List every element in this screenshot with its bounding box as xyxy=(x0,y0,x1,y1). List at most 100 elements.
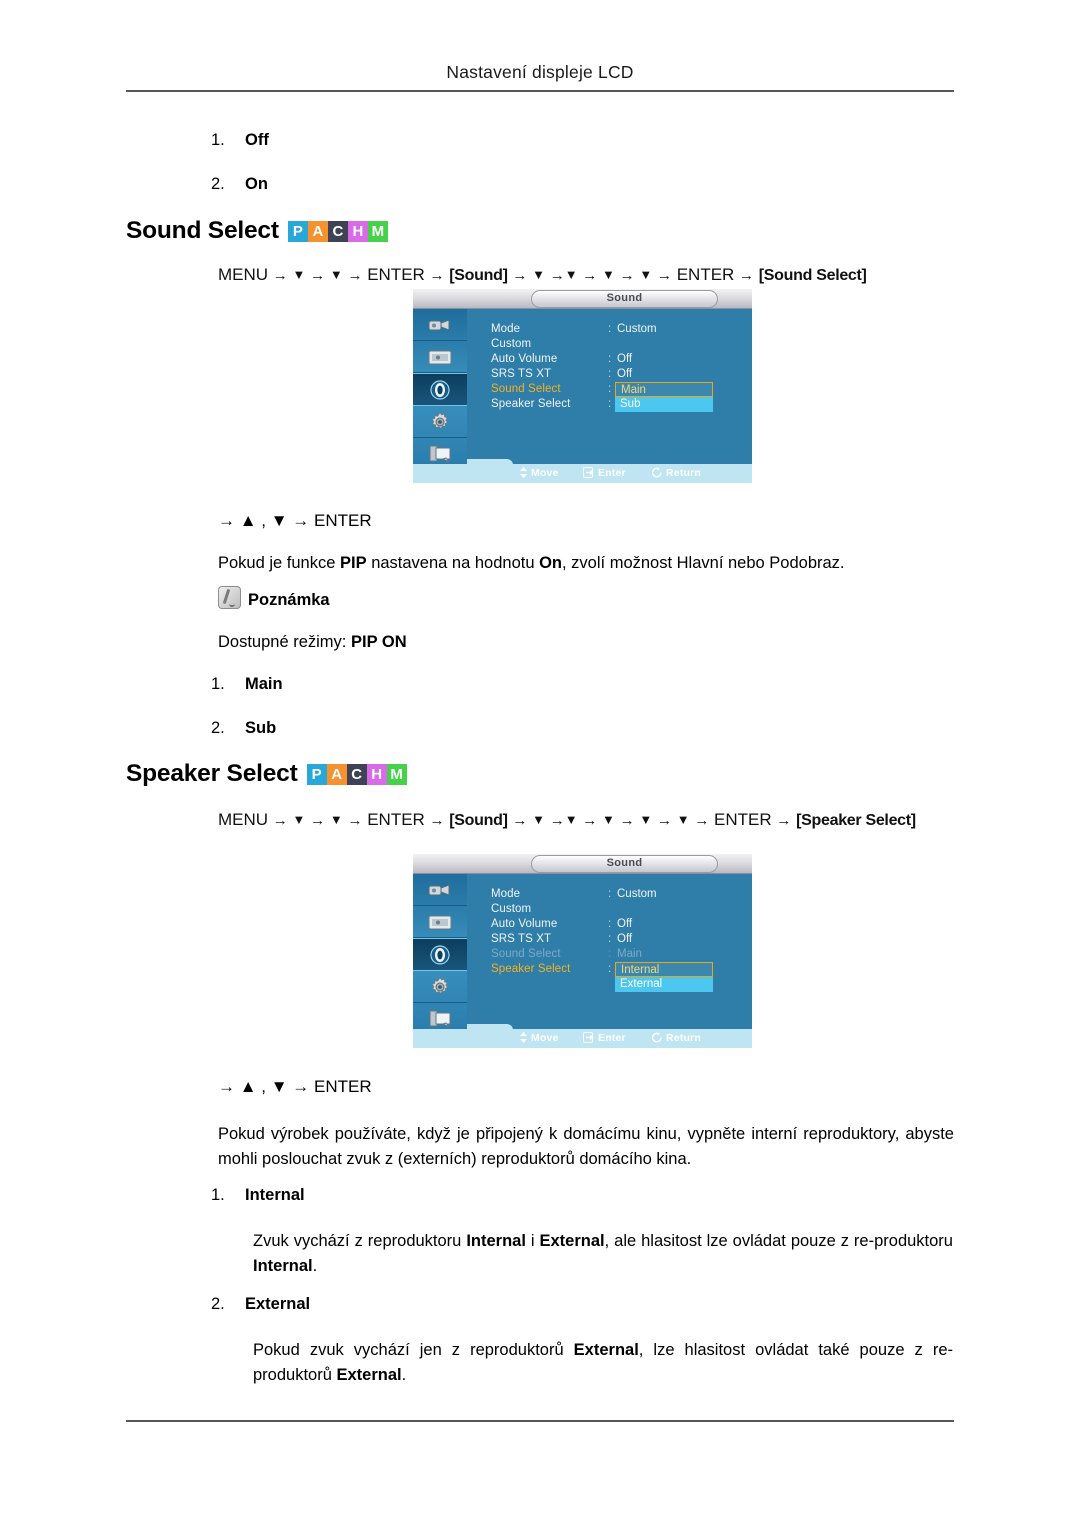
menu-path-speaker-select: MENU → ▼ → ▼ → ENTER → [Sound] → ▼ →▼ → … xyxy=(218,810,916,829)
osd-row-colon: : xyxy=(608,948,612,960)
badge-h: H xyxy=(347,221,368,242)
paragraph-external-desc: Pokud zvuk vychází jen z reproduktorů Ex… xyxy=(253,1341,953,1385)
osd-row-colon: : xyxy=(608,383,612,395)
header-divider xyxy=(126,90,954,92)
osd-option-selected[interactable]: Main xyxy=(615,382,713,397)
list-item: 2. External xyxy=(211,1295,310,1314)
paragraph-available-modes: Dostupné režimy: PIP ON xyxy=(218,630,818,655)
mode-badges: PACHM xyxy=(306,764,407,785)
sound-icon[interactable] xyxy=(413,373,467,406)
list-number: 2. xyxy=(211,175,225,193)
osd-row-value[interactable]: Off xyxy=(617,353,632,365)
osd-row-label-disabled: Sound Select xyxy=(491,948,561,960)
list-number: 1. xyxy=(211,131,225,149)
list-item: 1. Off xyxy=(211,131,269,150)
osd-row-value[interactable]: Off xyxy=(617,933,632,945)
osd-row-label[interactable]: Custom xyxy=(491,338,531,350)
osd-footer-move[interactable]: Move xyxy=(519,467,559,479)
osd-row-label[interactable]: Custom xyxy=(491,903,531,915)
osd-row-label-selected[interactable]: Sound Select xyxy=(491,383,561,395)
osd-row-value[interactable]: Off xyxy=(617,918,632,930)
badge-p: P xyxy=(306,764,327,785)
sound-icon[interactable] xyxy=(413,938,467,971)
osd-row-colon: : xyxy=(608,353,612,365)
list-number: 1. xyxy=(211,675,225,693)
list-item: 2. On xyxy=(211,175,268,194)
note-icon xyxy=(218,586,241,609)
osd-footer: Move Enter Return xyxy=(413,459,752,483)
osd-row-value[interactable]: Custom xyxy=(617,888,657,900)
osd-footer-return-label: Return xyxy=(666,467,702,479)
osd-row-label[interactable]: Speaker Select xyxy=(491,398,570,410)
osd-row-label[interactable]: SRS TS XT xyxy=(491,368,551,380)
osd-option-selected[interactable]: Internal xyxy=(615,962,713,977)
badge-c: C xyxy=(327,221,348,242)
osd-footer-return[interactable]: Return xyxy=(651,1032,701,1044)
key-sequence-speaker-select: → ▲ , ▼ → ENTER xyxy=(218,1077,372,1096)
setup-icon[interactable] xyxy=(413,406,467,438)
osd-row-colon: : xyxy=(608,398,612,410)
osd-row-label-selected[interactable]: Speaker Select xyxy=(491,963,570,975)
osd-footer-move-label: Move xyxy=(531,1032,559,1044)
osd-title: Sound xyxy=(531,290,718,308)
list-label: Internal xyxy=(245,1186,305,1204)
osd-footer-enter-label: Enter xyxy=(598,1032,626,1044)
available-modes-value: PIP ON xyxy=(350,633,407,651)
osd-menu-body: Mode : Custom Custom Auto Volume : Off S… xyxy=(467,874,752,1029)
osd-row-value-disabled: Main xyxy=(617,948,642,960)
osd-screenshot-sound-select: Sound Mode : Custom Custom Auto Volume :… xyxy=(413,289,752,483)
picture-icon[interactable] xyxy=(413,906,467,938)
osd-menu-body: Mode : Custom Custom Auto Volume : Off S… xyxy=(467,309,752,464)
input-source-icon[interactable] xyxy=(413,874,467,906)
osd-option-alternate[interactable]: Sub xyxy=(615,397,713,412)
osd-titlebar: Sound xyxy=(413,289,752,309)
footer-divider xyxy=(126,1420,954,1422)
mode-badges: PACHM xyxy=(287,221,388,242)
input-source-icon[interactable] xyxy=(413,309,467,341)
badge-p: P xyxy=(287,221,308,242)
osd-row-colon: : xyxy=(608,918,612,930)
list-number: 2. xyxy=(211,719,225,737)
list-label: Sub xyxy=(245,719,277,737)
list-label: Main xyxy=(245,675,283,693)
list-label: External xyxy=(245,1295,311,1313)
osd-row-label[interactable]: Mode xyxy=(491,323,520,335)
osd-row-value[interactable]: Custom xyxy=(617,323,657,335)
osd-footer-move-label: Move xyxy=(531,467,559,479)
osd-row-label[interactable]: Mode xyxy=(491,888,520,900)
picture-icon[interactable] xyxy=(413,341,467,373)
osd-titlebar: Sound xyxy=(413,854,752,874)
osd-row-colon: : xyxy=(608,963,612,975)
menu-path-sound-select: MENU → ▼ → ▼ → ENTER → [Sound] → ▼ →▼ → … xyxy=(218,265,867,284)
osd-footer-move[interactable]: Move xyxy=(519,1032,559,1044)
key-sequence-sound-select: → ▲ , ▼ → ENTER xyxy=(218,511,372,530)
available-modes-prefix: Dostupné režimy: xyxy=(218,633,347,651)
osd-footer-enter[interactable]: Enter xyxy=(583,467,626,479)
osd-option-alternate[interactable]: External xyxy=(615,977,713,992)
osd-title: Sound xyxy=(531,855,718,873)
osd-footer-enter[interactable]: Enter xyxy=(583,1032,626,1044)
paragraph-home-theater: Pokud výrobek používáte, když je připoje… xyxy=(218,1125,954,1169)
page-header-title: Nastavení displeje LCD xyxy=(446,62,634,82)
setup-icon[interactable] xyxy=(413,971,467,1003)
paragraph-pip-note: Pokud je funkce PIP nastavena na hodnotu… xyxy=(218,554,845,572)
osd-row-value[interactable]: Off xyxy=(617,368,632,380)
osd-row-label[interactable]: Auto Volume xyxy=(491,353,557,365)
badge-m: M xyxy=(367,221,388,242)
badge-h: H xyxy=(366,764,387,785)
paragraph-internal-desc: Zvuk vychází z reproduktoru Internal i E… xyxy=(253,1232,953,1276)
list-label: Off xyxy=(245,131,269,149)
list-label: On xyxy=(245,175,268,193)
badge-m: M xyxy=(386,764,407,785)
osd-row-label[interactable]: SRS TS XT xyxy=(491,933,551,945)
osd-sidebar xyxy=(413,874,467,1029)
section-heading-sound-select: Sound Select PACHM xyxy=(126,217,388,245)
osd-footer-return[interactable]: Return xyxy=(651,467,701,479)
list-number: 2. xyxy=(211,1295,225,1313)
badge-a: A xyxy=(307,221,328,242)
badge-c: C xyxy=(346,764,367,785)
list-item: 2. Sub xyxy=(211,719,276,738)
osd-row-colon: : xyxy=(608,933,612,945)
osd-row-label[interactable]: Auto Volume xyxy=(491,918,557,930)
list-item: 1. Main xyxy=(211,675,283,694)
